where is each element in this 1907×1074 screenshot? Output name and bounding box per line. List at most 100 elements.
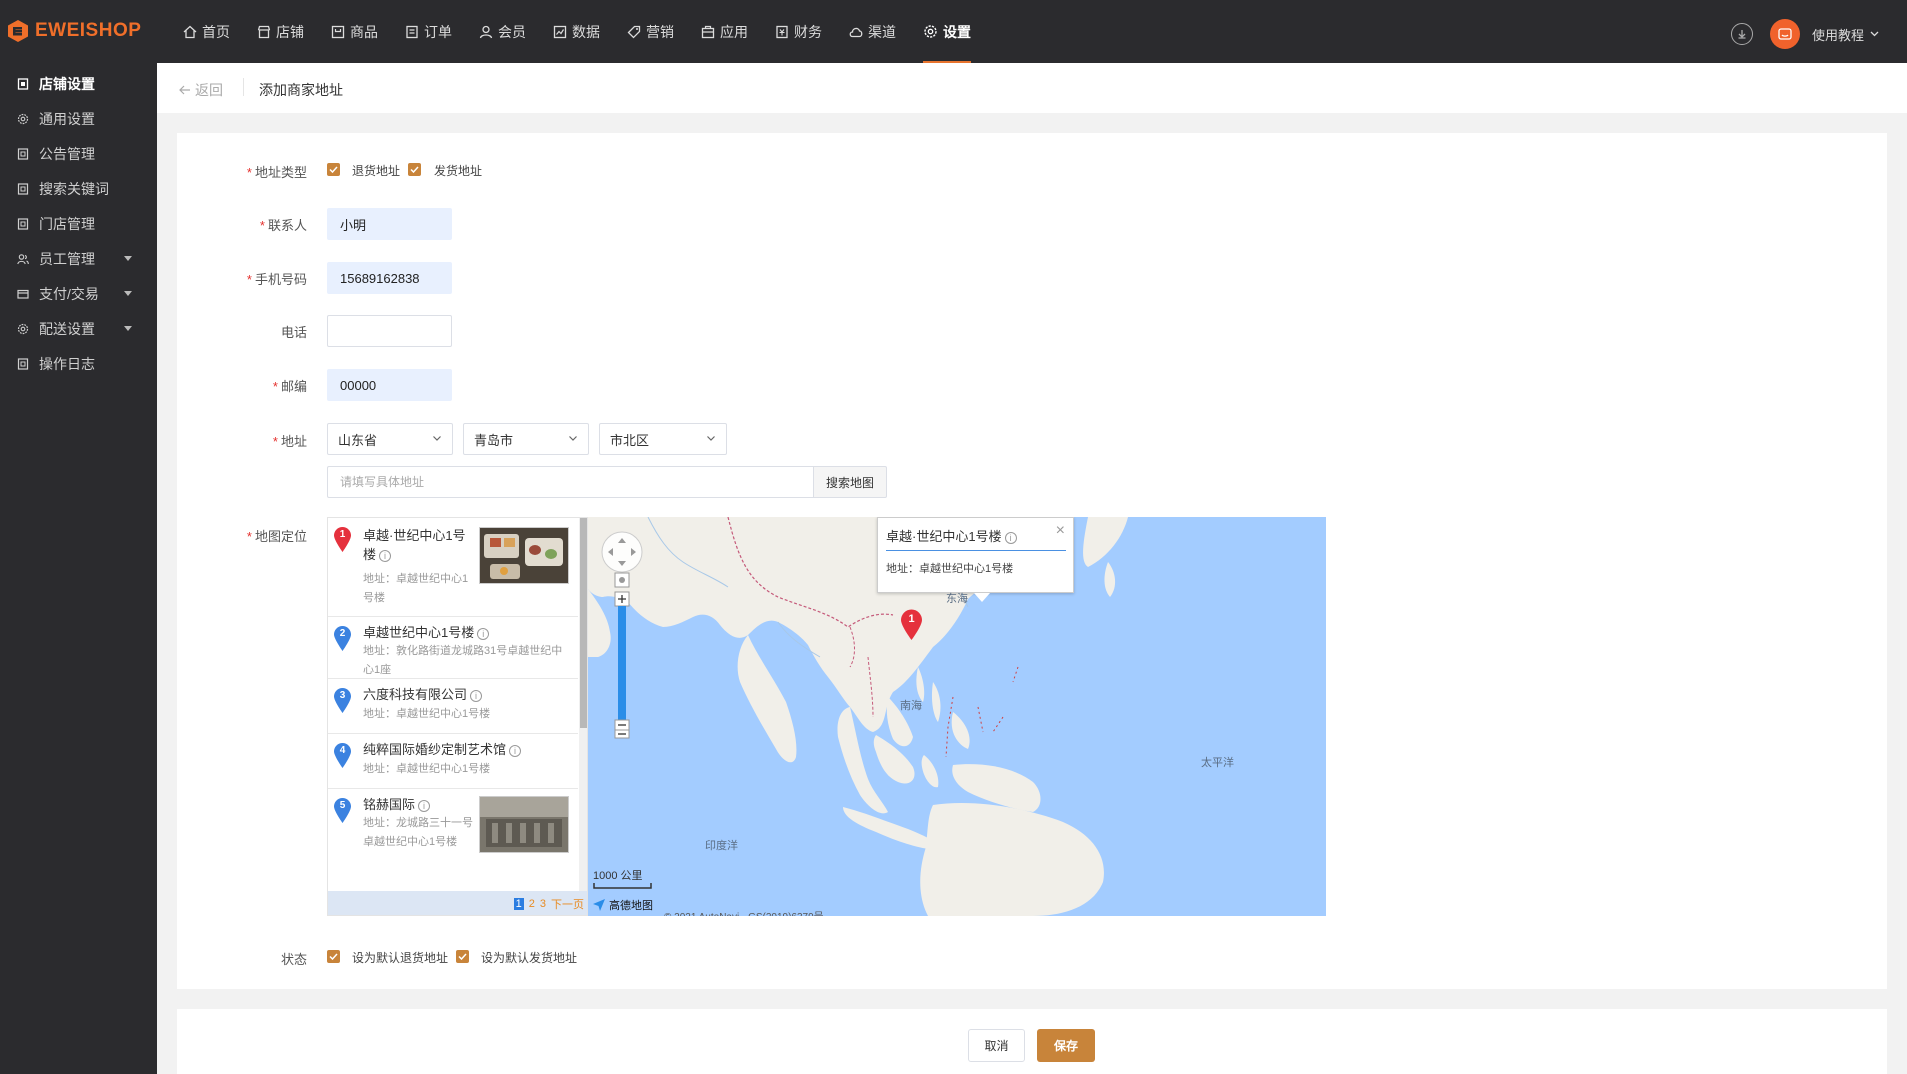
gear-icon bbox=[17, 323, 29, 334]
help-menu[interactable]: 使用教程 bbox=[1812, 25, 1879, 44]
staff-icon bbox=[17, 253, 29, 264]
shop-icon bbox=[257, 25, 271, 38]
amap-logo-icon bbox=[593, 899, 605, 911]
page-1[interactable]: 1 bbox=[513, 898, 524, 910]
doc-icon bbox=[17, 182, 29, 195]
map-location-label: * 地图定位 bbox=[246, 529, 307, 544]
avatar[interactable] bbox=[1769, 19, 1800, 49]
search-map-button[interactable]: 搜索地图 bbox=[813, 466, 887, 498]
info-icon[interactable]: i bbox=[477, 627, 490, 640]
nav-goods[interactable]: 商品 bbox=[331, 0, 378, 63]
page-2[interactable]: 2 bbox=[529, 898, 535, 910]
download-button[interactable] bbox=[1730, 23, 1753, 45]
info-icon[interactable]: i bbox=[379, 549, 392, 562]
map-label-pacific: 太平洋 bbox=[1201, 757, 1234, 769]
doc-icon bbox=[17, 217, 29, 230]
check-icon bbox=[329, 953, 338, 960]
map-canvas[interactable]: 卓越·世纪中心1号楼 i × 地址：卓越世纪中心1号楼 东海 南海 太平洋 印度洋… bbox=[588, 517, 1326, 916]
postcode-field[interactable] bbox=[327, 369, 452, 401]
sidebar-item-general-settings[interactable]: 通用设置 bbox=[0, 101, 157, 136]
nav-order[interactable]: 订单 bbox=[405, 0, 452, 63]
poi-item-5[interactable]: 5 铭赫国际 i 地址：龙城路三十一号卓越世纪中心1号楼 bbox=[328, 789, 578, 891]
sidebar-item-announcements[interactable]: 公告管理 bbox=[0, 136, 157, 171]
header-divider bbox=[243, 78, 244, 96]
caret-down-icon bbox=[124, 256, 132, 261]
return-address-checkbox[interactable] bbox=[327, 163, 340, 176]
check-icon bbox=[458, 953, 467, 960]
map-label-south-sea: 南海 bbox=[900, 700, 922, 712]
poi-title: 卓越·世纪中心1号楼 i bbox=[363, 528, 466, 562]
nav-shop[interactable]: 店铺 bbox=[257, 0, 304, 63]
page-title: 添加商家地址 bbox=[259, 82, 343, 98]
map-zoom-slider[interactable] bbox=[600, 570, 644, 740]
nav-finance[interactable]: 财务 bbox=[775, 0, 822, 63]
mobile-field[interactable] bbox=[327, 262, 452, 294]
sidebar-item-payment[interactable]: 支付/交易 bbox=[0, 276, 157, 311]
logo-icon bbox=[8, 20, 28, 42]
sidebar-item-shop-settings[interactable]: 店铺设置 bbox=[0, 66, 157, 101]
poi-item-4[interactable]: 4 纯粹国际婚纱定制艺术馆 i 地址：卓越世纪中心1号楼 bbox=[328, 734, 578, 789]
contact-field[interactable] bbox=[327, 208, 452, 240]
close-icon[interactable]: × bbox=[1056, 522, 1065, 540]
map-copyright: © 2021 AutoNavi - GS(2019)6379号 bbox=[664, 908, 824, 916]
sidebar-item-delivery[interactable]: 配送设置 bbox=[0, 311, 157, 346]
ship-address-checkbox[interactable] bbox=[408, 163, 421, 176]
mobile-label: * 手机号码 bbox=[246, 272, 307, 287]
default-return-checkbox[interactable] bbox=[327, 950, 340, 963]
poi-item-2[interactable]: 2 卓越世纪中心1号楼 i 地址：敦化路街道龙城路31号卓越世纪中心1座 bbox=[328, 617, 578, 679]
poi-photo bbox=[479, 796, 569, 853]
map-pan-control[interactable] bbox=[600, 530, 644, 574]
province-select[interactable]: 山东省 bbox=[327, 423, 453, 455]
sidebar-item-search-keywords[interactable]: 搜索关键词 bbox=[0, 171, 157, 206]
sidebar-item-operation-log[interactable]: 操作日志 bbox=[0, 346, 157, 381]
nav-marketing[interactable]: 营销 bbox=[627, 0, 674, 63]
sidebar: 店铺设置 通用设置 公告管理 搜索关键词 门店管理 员工管理 支付/交易 配送设… bbox=[0, 63, 157, 1074]
address-type-label: * 地址类型 bbox=[246, 165, 307, 180]
sidebar-item-staff[interactable]: 员工管理 bbox=[0, 241, 157, 276]
cancel-button[interactable]: 取消 bbox=[968, 1029, 1025, 1062]
phone-field[interactable] bbox=[327, 315, 452, 347]
arrow-left-icon bbox=[179, 85, 190, 95]
download-icon bbox=[1738, 30, 1746, 39]
poi-item-1[interactable]: 1 卓越·世纪中心1号楼 i 地址：卓越世纪中心1号楼 bbox=[328, 518, 578, 617]
default-ship-label: 设为默认发货地址 bbox=[481, 951, 578, 965]
poi-title: 卓越世纪中心1号楼 i bbox=[363, 623, 573, 642]
save-button[interactable]: 保存 bbox=[1037, 1029, 1095, 1062]
sidebar-item-stores[interactable]: 门店管理 bbox=[0, 206, 157, 241]
poi-address: 地址：敦化路街道龙城路31号卓越世纪中心1座 bbox=[363, 645, 563, 676]
nav-settings[interactable]: 设置 bbox=[923, 0, 971, 63]
app-icon bbox=[701, 25, 715, 38]
info-icon[interactable]: i bbox=[509, 744, 522, 757]
user-avatar-icon bbox=[1778, 28, 1792, 40]
nav-channel[interactable]: 渠道 bbox=[849, 0, 896, 63]
info-icon[interactable]: i bbox=[418, 799, 431, 812]
back-button[interactable]: 返回 bbox=[179, 80, 223, 100]
info-icon[interactable]: i bbox=[1004, 531, 1017, 544]
info-icon[interactable]: i bbox=[470, 689, 483, 702]
poi-item-3[interactable]: 3 六度科技有限公司 i 地址：卓越世纪中心1号楼 bbox=[328, 679, 578, 734]
topbar-right: 使用教程 bbox=[1730, 19, 1879, 49]
poi-scrollbar-thumb[interactable] bbox=[580, 518, 587, 728]
contact-label: * 联系人 bbox=[259, 218, 307, 233]
address-label: * 地址 bbox=[272, 434, 307, 449]
next-page-link[interactable]: 下一页 bbox=[551, 896, 584, 912]
gear-icon bbox=[924, 25, 937, 38]
nav-member[interactable]: 会员 bbox=[479, 0, 526, 63]
nav-home[interactable]: 首页 bbox=[183, 0, 230, 63]
address-detail-input[interactable] bbox=[327, 466, 814, 498]
map-brand[interactable]: 高德地图 bbox=[592, 897, 653, 913]
goods-icon bbox=[331, 25, 345, 38]
finance-icon bbox=[776, 25, 788, 38]
nav-app[interactable]: 应用 bbox=[701, 0, 748, 63]
nav-data[interactable]: 数据 bbox=[553, 0, 600, 63]
city-select[interactable]: 青岛市 bbox=[463, 423, 589, 455]
district-select[interactable]: 市北区 bbox=[599, 423, 727, 455]
ship-address-label: 发货地址 bbox=[434, 164, 483, 178]
chevron-down-icon bbox=[707, 436, 715, 441]
logo[interactable]: EWEISHOP bbox=[7, 19, 141, 43]
map-marker[interactable]: 1 bbox=[900, 609, 923, 641]
map-pin-icon: 2 bbox=[333, 625, 352, 652]
page-3[interactable]: 3 bbox=[540, 898, 546, 910]
default-ship-checkbox[interactable] bbox=[456, 950, 469, 963]
chevron-down-icon bbox=[569, 436, 577, 441]
